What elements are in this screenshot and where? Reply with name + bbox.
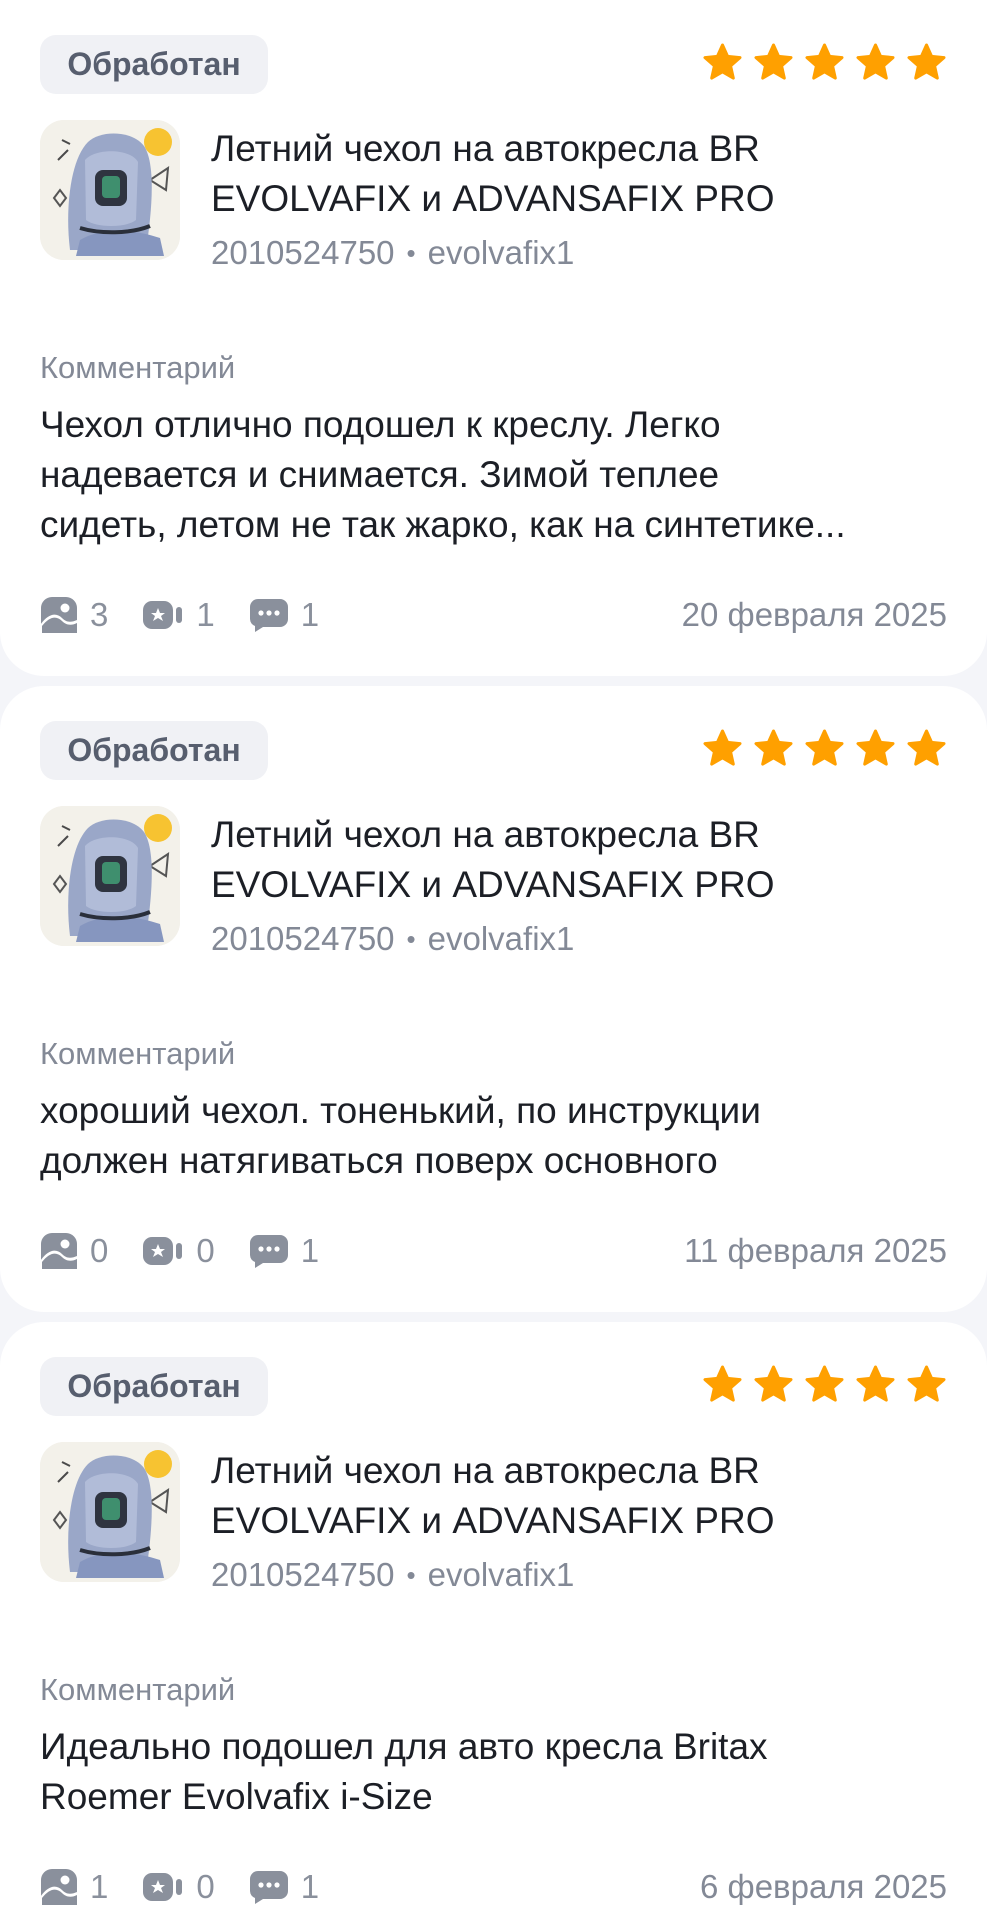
star-icon [805, 1365, 844, 1402]
product-meta: 2010524750 • evolvafix1 [211, 1556, 574, 1594]
product-meta: 2010524750 • evolvafix1 [211, 234, 574, 272]
replies-count: 1 [300, 1868, 320, 1905]
review-date: 6 февраля 2025 [700, 1868, 947, 1905]
review-card[interactable]: Обработан Летний чехол на автокресла BR … [0, 686, 987, 1312]
photo-icon [41, 597, 77, 633]
status-badge: Обработан [40, 721, 268, 780]
comment-text: хороший чехол. тоненький, по инструкции д… [40, 1086, 955, 1186]
star-icon [805, 729, 844, 766]
star-icon [856, 1365, 895, 1402]
status-badge: Обработан [40, 35, 268, 94]
star-icon [754, 43, 793, 80]
product-thumbnail[interactable] [40, 806, 180, 946]
rating-stars [702, 43, 947, 84]
replies-count: 1 [300, 596, 320, 633]
status-badge: Обработан [40, 1357, 268, 1416]
videos-count: 1 [196, 596, 215, 633]
star-icon [703, 729, 742, 766]
star-icon [754, 729, 793, 766]
review-card[interactable]: Обработан Летний чехол на автокресла BR … [0, 1322, 987, 1920]
comment-line: Roemer Evolvafix i-Size [40, 1776, 433, 1817]
star-icon [856, 43, 895, 80]
video-icon [143, 601, 183, 629]
review-card[interactable]: Обработан Летний чехол на автокресла BR … [0, 0, 987, 676]
product-title[interactable]: Летний чехол на автокресла BR EVOLVAFIX … [211, 1446, 911, 1546]
videos-stat[interactable]: 0 [142, 1868, 215, 1906]
comment-line: Чехол отлично подошел к креслу. Легко [40, 404, 721, 445]
star-icon [907, 1365, 946, 1402]
rating-stars [702, 1365, 947, 1406]
photos-stat[interactable]: 1 [40, 1868, 108, 1906]
product-article: evolvafix1 [427, 234, 575, 271]
product-title[interactable]: Летний чехол на автокресла BR EVOLVAFIX … [211, 124, 911, 224]
review-footer: 0 0 1 11 февраля 2025 [40, 1226, 947, 1276]
comment-label: Комментарий [40, 1036, 236, 1071]
review-footer: 1 0 1 6 февраля 2025 [40, 1862, 947, 1912]
product-meta: 2010524750 • evolvafix1 [211, 920, 574, 958]
star-icon [703, 1365, 742, 1402]
separator-dot: • [406, 237, 416, 268]
replies-count: 1 [300, 1232, 320, 1269]
review-date: 20 февраля 2025 [681, 596, 947, 633]
reply-icon [249, 1871, 288, 1904]
reply-icon [249, 1235, 288, 1268]
videos-stat[interactable]: 1 [142, 596, 215, 634]
product-thumbnail[interactable] [40, 1442, 180, 1582]
product-sku: 2010524750 [211, 234, 395, 271]
star-icon [805, 43, 844, 80]
replies-stat[interactable]: 1 [249, 1232, 319, 1270]
comment-line: Идеально подошел для авто кресла Britax [40, 1726, 768, 1767]
videos-count: 0 [196, 1868, 215, 1905]
video-icon [143, 1237, 183, 1265]
star-icon [907, 43, 946, 80]
replies-stat[interactable]: 1 [249, 596, 319, 634]
product-sku: 2010524750 [211, 1556, 395, 1593]
photos-stat[interactable]: 0 [40, 1232, 108, 1270]
videos-count: 0 [196, 1232, 215, 1269]
videos-stat[interactable]: 0 [142, 1232, 215, 1270]
photos-count: 0 [90, 1232, 109, 1269]
star-icon [907, 729, 946, 766]
star-icon [703, 43, 742, 80]
separator-dot: • [406, 1559, 416, 1590]
product-title[interactable]: Летний чехол на автокресла BR EVOLVAFIX … [211, 810, 911, 910]
photos-stat[interactable]: 3 [40, 596, 108, 634]
reviews-feed: Обработан Летний чехол на автокресла BR … [0, 0, 987, 1920]
separator-dot: • [406, 923, 416, 954]
photo-icon [41, 1869, 77, 1905]
product-sku: 2010524750 [211, 920, 395, 957]
comment-line: хороший чехол. тоненький, по инструкции [40, 1090, 761, 1131]
star-icon [856, 729, 895, 766]
video-icon [143, 1873, 183, 1901]
comment-line: сидеть, летом не так жарко, как на синте… [40, 504, 846, 545]
star-icon [754, 1365, 793, 1402]
photo-icon [41, 1233, 77, 1269]
product-thumbnail[interactable] [40, 120, 180, 260]
replies-stat[interactable]: 1 [249, 1868, 319, 1906]
review-date: 11 февраля 2025 [684, 1232, 947, 1269]
review-footer: 3 1 1 20 февраля 2025 [40, 590, 947, 640]
product-article: evolvafix1 [427, 1556, 575, 1593]
comment-text: Чехол отлично подошел к креслу. Легко над… [40, 400, 955, 550]
comment-text: Идеально подошел для авто кресла Britax R… [40, 1722, 955, 1822]
comment-line: надевается и снимается. Зимой теплее [40, 454, 720, 495]
reply-icon [249, 599, 288, 632]
comment-label: Комментарий [40, 1672, 236, 1707]
photos-count: 3 [90, 596, 109, 633]
product-article: evolvafix1 [427, 920, 575, 957]
rating-stars [702, 729, 947, 770]
photos-count: 1 [90, 1868, 109, 1905]
comment-line: должен натягиваться поверх основного [40, 1140, 718, 1181]
comment-label: Комментарий [40, 350, 236, 385]
